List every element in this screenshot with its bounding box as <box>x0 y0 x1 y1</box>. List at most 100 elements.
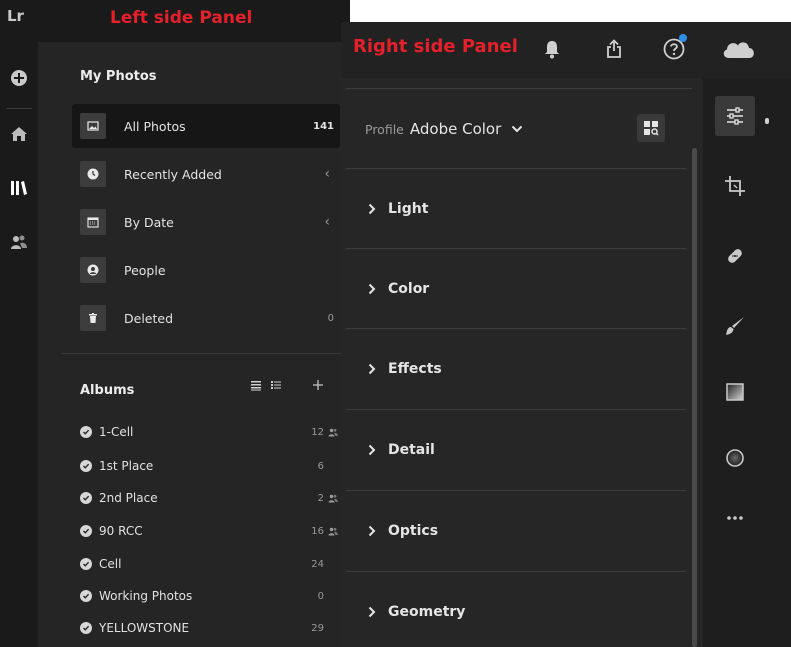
brush-tool-button[interactable] <box>715 306 755 346</box>
home-icon <box>11 127 27 141</box>
linear-gradient-icon <box>726 383 744 401</box>
nav-deleted[interactable]: Deleted 0 <box>72 296 340 340</box>
album-name: 2nd Place <box>99 491 158 505</box>
section-detail[interactable]: Detail <box>346 409 686 489</box>
nav-label: People <box>124 262 166 278</box>
section-label: Geometry <box>388 603 466 620</box>
people-button[interactable] <box>0 222 38 262</box>
shared-icon <box>328 527 340 536</box>
deleted-count: 0 <box>327 312 334 324</box>
album-name: Cell <box>99 557 122 571</box>
add-photos-button[interactable] <box>0 58 38 98</box>
album-name: Working Photos <box>99 589 193 603</box>
section-geometry[interactable]: Geometry <box>346 571 686 647</box>
album-count: 24 <box>311 558 324 570</box>
chevron-right-icon <box>368 363 376 375</box>
edit-tool-button[interactable] <box>715 96 755 136</box>
calendar-icon <box>80 209 106 235</box>
people-icon <box>11 235 27 249</box>
section-effects[interactable]: Effects <box>346 328 686 408</box>
album-count: 0 <box>317 590 324 602</box>
notification-dot <box>679 34 687 42</box>
album-name: YELLOWSTONE <box>99 621 190 635</box>
photo-count: 141 <box>313 120 334 132</box>
section-light[interactable]: Light <box>346 168 686 248</box>
left-panel-header: Left side Panel <box>38 0 350 42</box>
more-icon <box>727 516 743 520</box>
chevron-right-icon <box>368 444 376 456</box>
album-check-icon <box>80 426 92 438</box>
section-divider <box>62 353 350 354</box>
album-check-icon <box>80 460 92 472</box>
album-row[interactable]: Working Photos 0 <box>80 585 340 607</box>
profile-browser-button[interactable] <box>637 114 665 142</box>
radial-gradient-tool-button[interactable] <box>715 438 755 478</box>
album-check-icon <box>80 590 92 602</box>
list-view-icon[interactable] <box>250 379 262 391</box>
healing-icon <box>728 249 742 263</box>
add-album-icon[interactable] <box>312 379 324 391</box>
more-tools-button[interactable] <box>715 498 755 538</box>
nav-by-date[interactable]: By Date ‹ <box>72 200 340 244</box>
library-button[interactable] <box>0 168 38 208</box>
chevron-right-icon <box>368 606 376 618</box>
profile-label: Profile <box>365 121 404 137</box>
tool-strip <box>703 78 791 647</box>
person-icon <box>80 257 106 283</box>
crop-icon <box>725 176 745 196</box>
background-strip <box>350 0 791 22</box>
section-optics[interactable]: Optics <box>346 490 686 570</box>
section-label: Detail <box>388 441 435 458</box>
album-row[interactable]: Cell 24 <box>80 553 340 575</box>
crop-tool-button[interactable] <box>715 166 755 206</box>
home-button[interactable] <box>0 114 38 154</box>
rail-header: Lr <box>0 0 38 42</box>
cloud-sync-button[interactable] <box>719 34 759 64</box>
album-check-icon <box>80 525 92 537</box>
album-count: 16 <box>311 525 324 537</box>
albums-heading: Albums <box>80 383 135 398</box>
section-label: Color <box>388 280 430 297</box>
album-row[interactable]: 1st Place 6 <box>80 455 340 477</box>
left-panel: Left side Panel My Photos All Photos 141… <box>38 0 350 647</box>
nav-label: Deleted <box>124 310 174 326</box>
lightroom-logo: Lr <box>7 7 24 25</box>
album-name: 1st Place <box>99 459 154 473</box>
section-label: Light <box>388 200 429 217</box>
linear-gradient-tool-button[interactable] <box>715 372 755 412</box>
nav-people[interactable]: People <box>72 248 340 292</box>
album-row[interactable]: 90 RCC 16 <box>80 520 340 542</box>
album-name: 90 RCC <box>99 524 143 538</box>
share-button[interactable] <box>599 34 629 64</box>
healing-tool-button[interactable] <box>715 236 755 276</box>
album-row[interactable]: 1-Cell 12 <box>80 421 340 443</box>
chevron-left-icon[interactable]: ‹ <box>324 166 330 182</box>
album-check-icon <box>80 622 92 634</box>
album-row[interactable]: 2nd Place 2 <box>80 487 340 509</box>
section-label: Effects <box>388 360 442 377</box>
section-color[interactable]: Color <box>346 248 686 328</box>
top-toolbar: Right side Panel <box>341 22 791 78</box>
album-check-icon <box>80 492 92 504</box>
album-row[interactable]: YELLOWSTONE 29 <box>80 617 340 639</box>
nav-recently-added[interactable]: Recently Added ‹ <box>72 152 340 196</box>
nav-label: By Date <box>124 214 174 230</box>
nav-all-photos[interactable]: All Photos 141 <box>72 104 340 148</box>
share-icon <box>607 39 621 58</box>
rail-divider <box>6 108 32 109</box>
albums-toolbar <box>250 375 340 395</box>
my-photos-heading: My Photos <box>80 69 157 84</box>
edit-panel: Profile Adobe Color Light Color Effects … <box>341 78 703 647</box>
help-button[interactable] <box>659 34 689 64</box>
nav-label: Recently Added <box>124 166 222 182</box>
active-tool-indicator <box>765 118 769 124</box>
edit-panel-scrollbar[interactable] <box>692 148 697 647</box>
clock-icon <box>80 161 106 187</box>
left-panel-annotation: Left side Panel <box>110 8 253 28</box>
detail-list-icon[interactable] <box>270 379 282 391</box>
chevron-left-icon[interactable]: ‹ <box>324 214 330 230</box>
notifications-button[interactable] <box>537 34 567 64</box>
radial-gradient-icon <box>726 449 744 467</box>
shared-icon <box>328 494 340 503</box>
trash-icon <box>80 305 106 331</box>
